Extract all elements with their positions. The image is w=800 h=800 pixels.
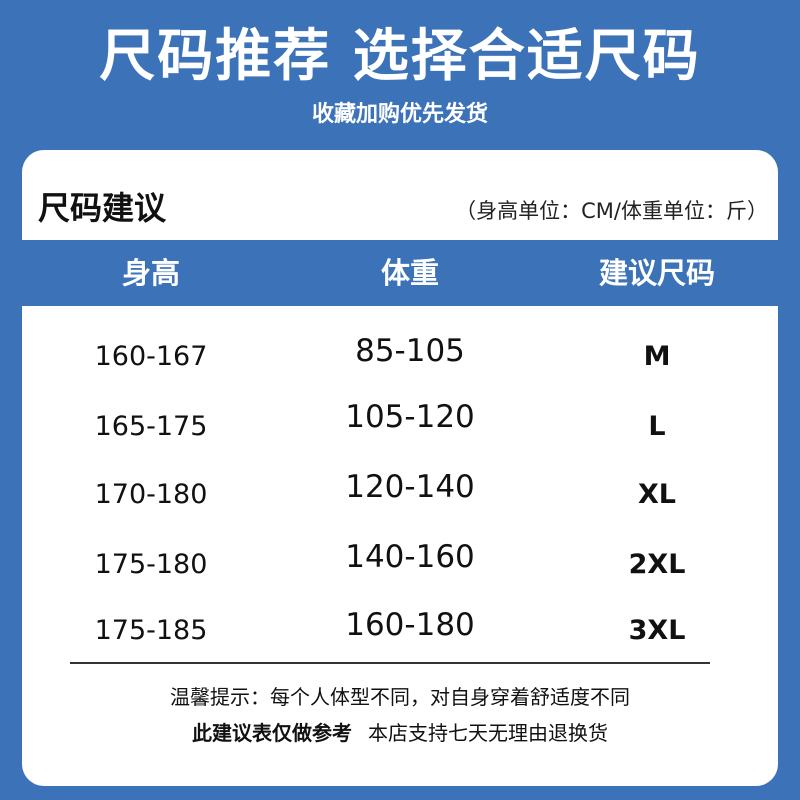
table-row: 160-167 85-105 M (22, 324, 778, 390)
column-header-weight: 体重 (380, 256, 439, 290)
card-title: 尺码建议 (38, 189, 167, 227)
cell-height: 165-175 (94, 411, 208, 442)
cell-weight: 120-140 (345, 469, 475, 505)
cell-weight: 160-180 (345, 607, 475, 643)
table-divider (70, 662, 710, 664)
disclaimer-text: 此建议表仅做参考 (192, 721, 352, 745)
table-row: 175-180 140-160 2XL (22, 532, 778, 598)
table-row: 170-180 120-140 XL (22, 462, 778, 528)
cell-size: XL (637, 479, 677, 510)
cell-weight: 105-120 (345, 399, 475, 435)
cell-size: 2XL (628, 549, 686, 580)
cell-size: 3XL (628, 615, 686, 646)
table-row: 175-185 160-180 3XL (22, 598, 778, 664)
card-header: 尺码建议 （身高单位：CM/体重单位：斤） (22, 150, 778, 240)
cell-weight: 140-160 (345, 539, 475, 575)
tip-text: 温馨提示：每个人体型不同，对自身穿着舒适度不同 (170, 685, 630, 709)
page-subtitle: 收藏加购优先发货 (311, 102, 488, 127)
cell-size: L (648, 411, 666, 442)
return-policy-text: 本店支持七天无理由退换货 (368, 721, 608, 745)
footer-notes: 此建议表仅做参考 本店支持七天无理由退换货 (22, 718, 778, 748)
size-chart-card: 尺码建议 （身高单位：CM/体重单位：斤） 身高 体重 建议尺码 160-167… (22, 150, 778, 786)
unit-note: （身高单位：CM/体重单位：斤） (455, 199, 768, 223)
table-header: 身高 体重 建议尺码 (22, 240, 778, 306)
column-header-height: 身高 (121, 256, 180, 290)
table-row: 165-175 105-120 L (22, 394, 778, 460)
cell-height: 170-180 (94, 479, 208, 510)
cell-height: 175-185 (94, 615, 208, 646)
cell-height: 175-180 (94, 549, 208, 580)
page-title: 尺码推荐 选择合适尺码 (99, 24, 701, 89)
cell-size: M (643, 341, 671, 372)
cell-weight: 85-105 (355, 333, 465, 369)
column-header-size: 建议尺码 (598, 256, 715, 290)
cell-height: 160-167 (94, 341, 208, 372)
